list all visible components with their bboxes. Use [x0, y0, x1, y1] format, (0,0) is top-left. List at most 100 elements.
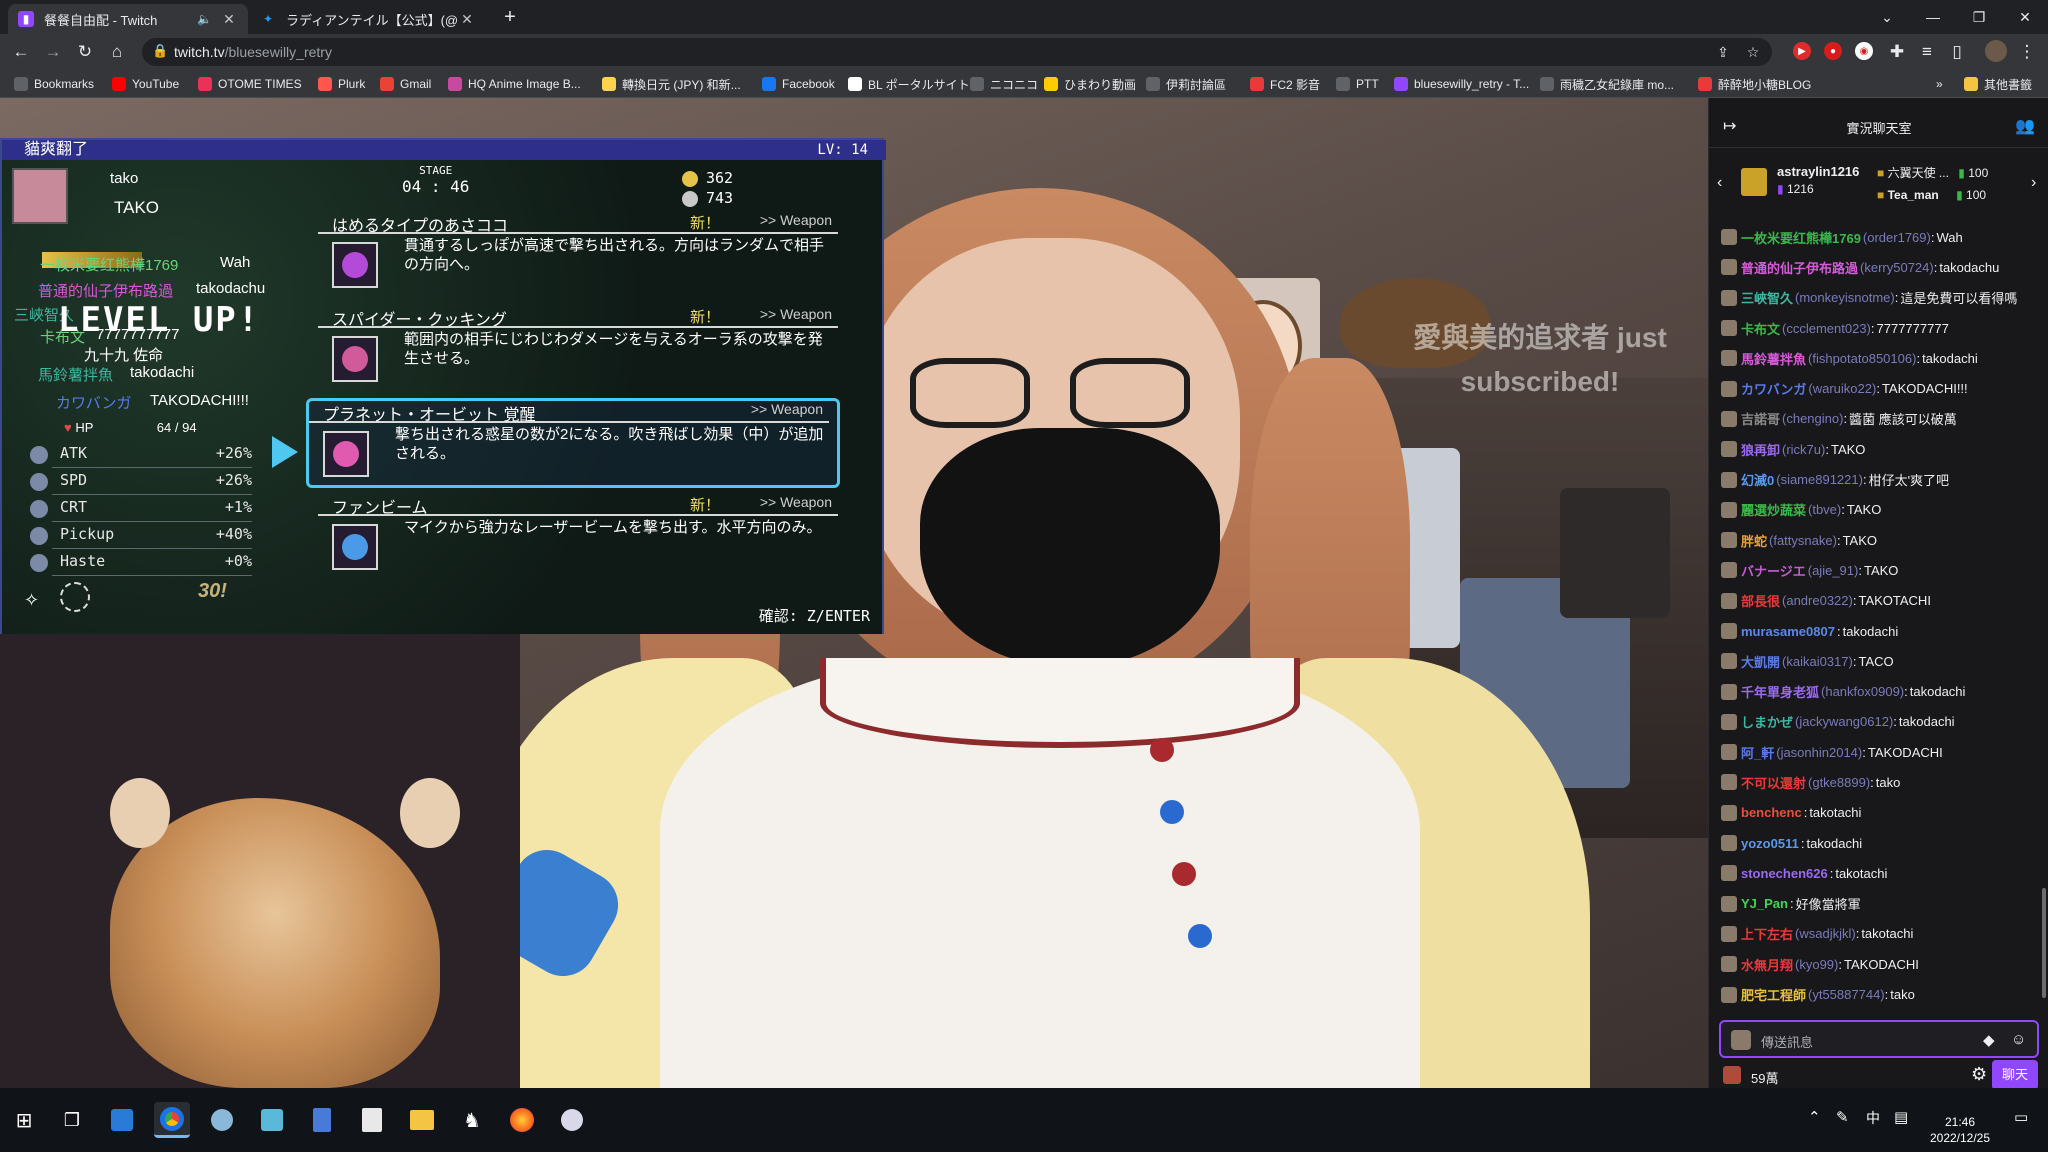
chat-message[interactable]: benchenc: takotachi [1721, 798, 2039, 828]
file-explorer-icon[interactable] [404, 1102, 440, 1138]
bookmark-item[interactable]: PTT [1336, 75, 1379, 93]
bookmark-item[interactable]: ひまわり動画 [1044, 75, 1136, 93]
bookmark-item[interactable]: Gmail [380, 75, 431, 93]
chat-username[interactable]: 普通的仙子伊布路過 [1741, 258, 1858, 277]
chat-username[interactable]: YJ_Pan [1741, 896, 1788, 911]
taskbar-app-fox-icon[interactable]: ♞ [454, 1102, 490, 1138]
taskbar-app-doc-icon[interactable] [354, 1102, 390, 1138]
chat-message[interactable]: 麗選炒蔬菜 (tbve): TAKO [1721, 495, 2039, 525]
chat-message[interactable]: 部長很 (andre0322): TAKOTACHI [1721, 586, 2039, 616]
bookmark-item[interactable]: bluesewilly_retry - T... [1394, 75, 1529, 93]
chat-username[interactable]: 三峽智久 [1741, 288, 1793, 307]
bookmarks-overflow-icon[interactable]: » [1936, 75, 1943, 93]
chat-username[interactable]: 千年單身老狐 [1741, 682, 1819, 701]
system-clock[interactable]: 21:46 2022/12/25 [1920, 1114, 2000, 1146]
chat-message[interactable]: 普通的仙子伊布路過 (kerry50724): takodachu [1721, 252, 2039, 282]
chat-username[interactable]: 一枚米要红熊樺1769 [1741, 228, 1861, 247]
chat-message[interactable]: 狼再卸 (rick7u): TAKO [1721, 434, 2039, 464]
bookmark-item[interactable]: FC2 影音 [1250, 75, 1320, 93]
network-icon[interactable]: ▤ [1894, 1108, 1908, 1126]
chat-username[interactable]: 阿_軒 [1741, 743, 1774, 762]
tab-twitter[interactable]: ✦ ラディアンテイル【公式】(@RT_x_inf ✕ [250, 4, 486, 34]
chat-username[interactable]: 幻滅0 [1741, 470, 1774, 489]
chat-message[interactable]: 肥宅工程師 (yt55887744): tako [1721, 979, 2039, 1009]
pen-icon[interactable]: ✎ [1836, 1108, 1849, 1126]
extension-pin-icon[interactable]: ● [1824, 42, 1842, 60]
chat-message[interactable]: 大凱開 (kaikai0317): TACO [1721, 646, 2039, 676]
chat-username[interactable]: yozo0511 [1741, 836, 1799, 851]
chat-message[interactable]: カワバンガ (waruiko22): TAKODACHI!!! [1721, 373, 2039, 403]
bookmark-item[interactable]: BL ポータルサイト [848, 75, 970, 93]
tab-search-icon[interactable]: ⌄ [1864, 0, 1910, 34]
channel-points-value[interactable]: 59萬 [1751, 1068, 1778, 1087]
bookmark-item[interactable]: OTOME TIMES [198, 75, 302, 93]
community-icon[interactable]: 👥 [2015, 116, 2035, 136]
tray-overflow-icon[interactable]: ⌃ [1808, 1108, 1821, 1126]
chat-message[interactable]: 幻滅0 (siame891221): 柑仔太'爽了吧 [1721, 464, 2039, 494]
chat-message[interactable]: stonechen626: takotachi [1721, 858, 2039, 888]
chat-scrollbar[interactable] [2042, 888, 2046, 998]
bookmark-item[interactable]: Plurk [318, 75, 365, 93]
upgrade-choice[interactable]: スパイダー・クッキング 新！ >> Weapon 範囲内の相手にじわじわダメージを与え… [318, 306, 838, 396]
chrome-icon[interactable] [154, 1102, 190, 1138]
start-windows-icon[interactable]: ⊞ [6, 1102, 42, 1138]
chat-username[interactable]: 肥宅工程師 [1741, 985, 1806, 1004]
bookmark-item[interactable]: 轉換日元 (JPY) 和新... [602, 75, 741, 93]
chat-username[interactable]: 吉諾哥 [1741, 409, 1780, 428]
bookmark-item[interactable]: YouTube [112, 75, 179, 93]
chat-username[interactable]: 卡布文 [1741, 319, 1780, 338]
notification-icon[interactable]: ▭ [2014, 1108, 2028, 1126]
close-tab-icon[interactable]: ✕ [220, 11, 238, 28]
chat-message[interactable]: 不可以還射 (gtke8899): tako [1721, 767, 2039, 797]
bookmark-item[interactable]: HQ Anime Image B... [448, 75, 581, 93]
home-icon[interactable]: ⌂ [106, 41, 128, 63]
chat-message[interactable]: 上下左右 (wsadjkjkl): takotachi [1721, 919, 2039, 949]
emote-picker-icon[interactable]: ☺ [2011, 1031, 2026, 1048]
chat-username[interactable]: しまかぜ [1741, 712, 1793, 731]
bits-cheer-icon[interactable]: ◆ [1983, 1031, 1995, 1049]
chat-username[interactable]: benchenc [1741, 805, 1802, 820]
side-panel-icon[interactable]: ▯ [1946, 41, 1968, 63]
chat-message[interactable]: 卡布文 (ccclement023):7777777777 [1721, 313, 2039, 343]
media-list-icon[interactable]: ≡ [1916, 41, 1938, 63]
forward-icon[interactable]: → [42, 41, 64, 63]
other-bookmarks[interactable]: 其他書籤 [1964, 75, 2032, 93]
chat-message[interactable]: 一枚米要红熊樺1769 (order1769): Wah [1721, 222, 2039, 252]
leaderboard-next-icon[interactable]: › [2031, 174, 2036, 192]
extension-red-icon[interactable]: ▶ [1793, 42, 1811, 60]
chat-message[interactable]: 馬鈴薯拌魚 (fishpotato850106): takodachi [1721, 343, 2039, 373]
taskbar-app-notes-icon[interactable] [254, 1102, 290, 1138]
chat-message[interactable]: 阿_軒 (jasonhin2014): TAKODACHI [1721, 737, 2039, 767]
task-view-icon[interactable]: ❐ [54, 1102, 90, 1138]
upgrade-choice[interactable]: ファンビーム 新！ >> Weapon マイクから強力なレーザービームを撃ち出す。水平… [318, 494, 838, 584]
chat-username[interactable]: 麗選炒蔬菜 [1741, 500, 1806, 519]
upgrade-choice[interactable]: プラネット・オービット 覚醒 >> Weapon 撃ち出される惑星の数が2になる。吹… [306, 398, 840, 488]
taskbar-app-bird-icon[interactable] [204, 1102, 240, 1138]
chat-message[interactable]: murasame0807: takodachi [1721, 616, 2039, 646]
back-icon[interactable]: ← [10, 41, 32, 63]
bookmark-item[interactable]: 醉醉地小糖BLOG [1698, 75, 1811, 93]
profile-avatar[interactable] [1985, 40, 2007, 62]
upgrade-choice[interactable]: はめるタイプのあさココ 新！ >> Weapon 貫通するしっぽが高速で撃ち出される。… [318, 212, 838, 302]
chat-message[interactable]: しまかぜ (jackywang0612): takodachi [1721, 707, 2039, 737]
chat-message[interactable]: yozo0511: takodachi [1721, 828, 2039, 858]
close-tab-icon[interactable]: ✕ [458, 11, 476, 28]
reload-icon[interactable]: ↻ [74, 41, 96, 63]
taskbar-app-blue-icon[interactable] [104, 1102, 140, 1138]
chat-send-button[interactable]: 聊天 [1992, 1060, 2038, 1090]
chat-badge-avatar[interactable] [1731, 1030, 1751, 1050]
extension-record-icon[interactable]: ◉ [1855, 42, 1873, 60]
chat-username[interactable]: stonechen626 [1741, 866, 1828, 881]
chat-username[interactable]: 部長很 [1741, 591, 1780, 610]
bookmark-item[interactable]: Facebook [762, 75, 835, 93]
chat-message[interactable]: YJ_Pan: 好像當將軍 [1721, 889, 2039, 919]
address-bar[interactable]: 🔒 twitch.tv/bluesewilly_retry ⇪ ☆ [142, 38, 1772, 66]
extensions-puzzle-icon[interactable]: ✚ [1886, 41, 1908, 63]
chat-input[interactable]: 傳送訊息 ◆ ☺ [1719, 1020, 2039, 1058]
chat-username[interactable]: 大凱開 [1741, 652, 1780, 671]
chat-username[interactable]: 狼再卸 [1741, 440, 1780, 459]
chat-message[interactable]: 吉諾哥 (chengino): 醬菌 應該可以破萬 [1721, 404, 2039, 434]
leaderboard-prev-icon[interactable]: ‹ [1717, 174, 1722, 192]
bookmark-star-icon[interactable]: ☆ [1742, 41, 1764, 63]
chat-username[interactable]: バナージエ [1741, 561, 1806, 580]
